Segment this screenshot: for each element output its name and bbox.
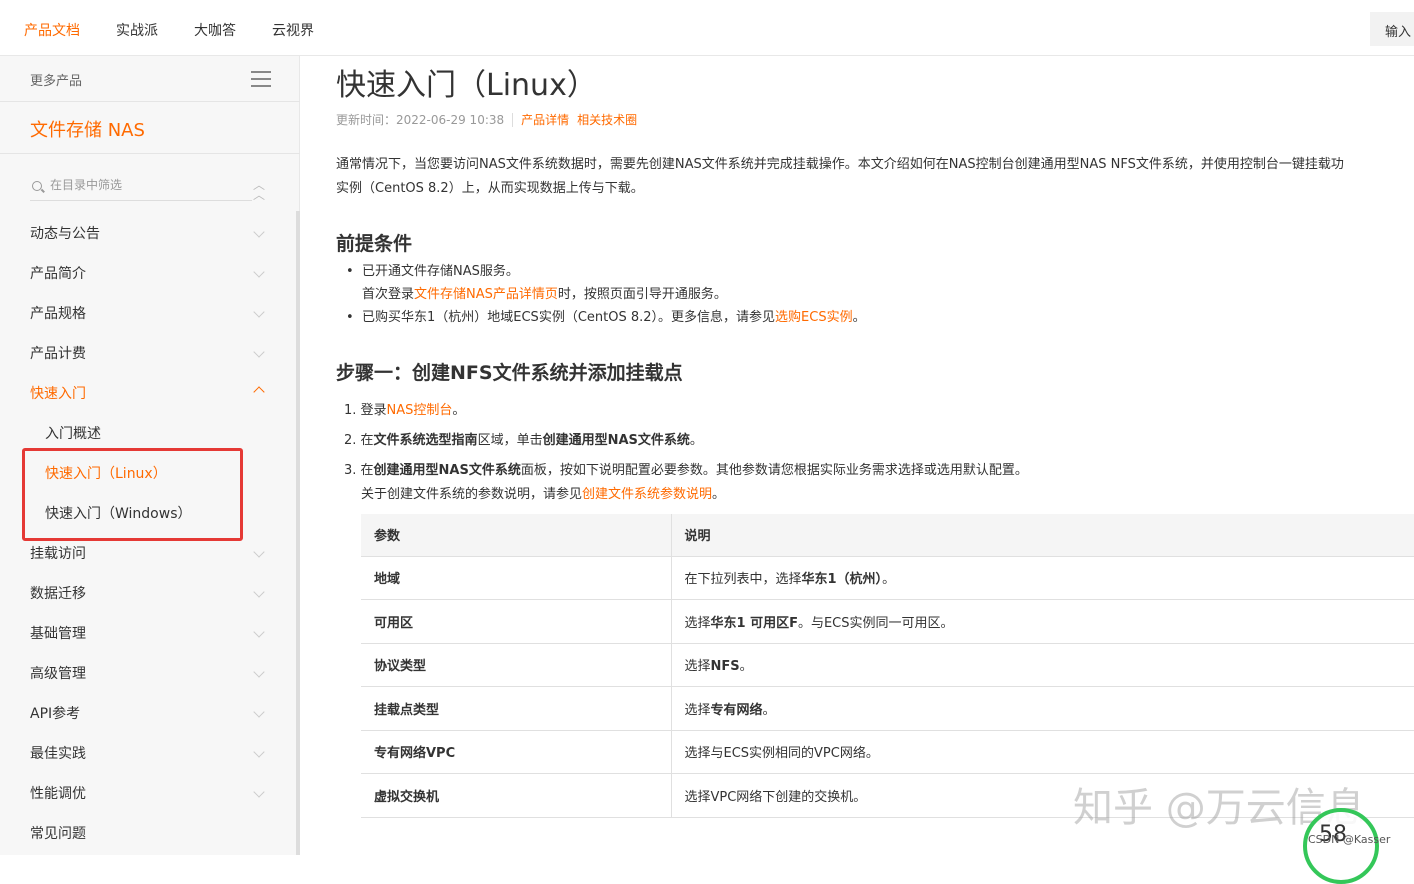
table-header-row: 参数 说明 bbox=[361, 514, 1414, 557]
table-header: 说明 bbox=[671, 514, 1414, 557]
sidebar-item-mount[interactable]: 挂载访问 bbox=[30, 543, 86, 563]
chevron-down-icon[interactable] bbox=[255, 310, 265, 320]
page-title: 快速入门（Linux） bbox=[336, 68, 597, 103]
sidebar-item-migration[interactable]: 数据迁移 bbox=[30, 583, 86, 603]
list-item: 已购买华东1（杭州）地域ECS实例（CentOS 8.2）。更多信息，请参见选购… bbox=[346, 306, 866, 329]
table-row: 地域 在下拉列表中，选择华东1（杭州）。 bbox=[361, 556, 1414, 600]
chevron-down-icon[interactable] bbox=[255, 230, 265, 240]
filter-input[interactable] bbox=[50, 178, 240, 192]
step-item: 2. 在文件系统选型指南区域，单击创建通用型NAS文件系统。 bbox=[344, 433, 703, 448]
table-cell: 选择华东1 可用区F。与ECS实例同一可用区。 bbox=[671, 599, 1414, 644]
table-cell: 选择专有网络。 bbox=[671, 686, 1414, 731]
table-cell: 选择与ECS实例相同的VPC网络。 bbox=[671, 730, 1414, 774]
score-badge: 58 bbox=[1303, 808, 1379, 884]
intro-paragraph: 通常情况下，当您要访问NAS文件系统数据时，需要先创建NAS文件系统并完成挂载操… bbox=[336, 153, 1414, 201]
main-content: 快速入门（Linux） 更新时间：2022-06-29 10:38 产品详情 相关技… bbox=[336, 56, 1414, 855]
table-row: 协议类型 选择NFS。 bbox=[361, 643, 1414, 687]
search-input-button[interactable]: 输入 bbox=[1370, 12, 1414, 46]
table-row: 专有网络VPC 选择与ECS实例相同的VPC网络。 bbox=[361, 730, 1414, 774]
prereq-list: 已开通文件存储NAS服务。 首次登录文件存储NAS产品详情页时，按照页面引导开通… bbox=[346, 260, 866, 329]
tab-cloud-vision[interactable]: 云视界 bbox=[272, 20, 314, 40]
chevron-down-icon[interactable] bbox=[255, 750, 265, 760]
nas-detail-link[interactable]: 文件存储NAS产品详情页 bbox=[414, 287, 558, 302]
csdn-watermark: CSDN @Kasser bbox=[1308, 833, 1391, 846]
sidebar-scrollbar[interactable] bbox=[296, 211, 300, 855]
table-cell: 在下拉列表中，选择华东1（杭州）。 bbox=[671, 556, 1414, 600]
hamburger-menu-icon[interactable] bbox=[251, 71, 271, 87]
param-doc-link[interactable]: 创建文件系统参数说明 bbox=[582, 487, 712, 502]
highlight-annotation-box bbox=[22, 448, 243, 541]
chevron-down-icon[interactable] bbox=[255, 790, 265, 800]
sidebar-subitem-overview[interactable]: 入门概述 bbox=[45, 423, 101, 443]
sidebar-item-basic-mgmt[interactable]: 基础管理 bbox=[30, 623, 86, 643]
chevron-down-icon[interactable] bbox=[255, 590, 265, 600]
table-cell: 可用区 bbox=[361, 599, 672, 644]
buy-ecs-link[interactable]: 选购ECS实例 bbox=[775, 310, 853, 325]
prereq-heading: 前提条件 bbox=[336, 233, 413, 255]
step1-heading: 步骤一：创建NFS文件系统并添加挂载点 bbox=[336, 362, 683, 384]
sidebar-item-quickstart[interactable]: 快速入门 bbox=[30, 383, 86, 403]
updated-time: 更新时间：2022-06-29 10:38 bbox=[336, 113, 505, 127]
chevron-down-icon[interactable] bbox=[255, 630, 265, 640]
sidebar-item-billing[interactable]: 产品计费 bbox=[30, 343, 86, 363]
collapse-all-icon[interactable]: ︿ ︿ bbox=[253, 179, 265, 201]
more-products-link[interactable]: 更多产品 bbox=[30, 70, 82, 89]
directory-filter bbox=[30, 175, 252, 201]
chevron-up-icon[interactable] bbox=[255, 386, 265, 396]
table-cell: 选择NFS。 bbox=[671, 643, 1414, 687]
sidebar-item-specs[interactable]: 产品规格 bbox=[30, 303, 86, 323]
product-detail-link[interactable]: 产品详情 bbox=[521, 113, 569, 127]
step-item: 1. 登录NAS控制台。 bbox=[344, 403, 466, 418]
tab-expert-qa[interactable]: 大咖答 bbox=[194, 20, 236, 40]
page-meta: 更新时间：2022-06-29 10:38 产品详情 相关技术圈 bbox=[336, 111, 645, 128]
sidebar-item-news[interactable]: 动态与公告 bbox=[30, 223, 100, 243]
chevron-down-icon[interactable] bbox=[255, 350, 265, 360]
sidebar-item-faq[interactable]: 常见问题 bbox=[30, 823, 86, 843]
product-title[interactable]: 文件存储 NAS bbox=[30, 116, 145, 142]
chevron-down-icon[interactable] bbox=[255, 710, 265, 720]
table-header: 参数 bbox=[361, 514, 672, 557]
chevron-down-icon[interactable] bbox=[255, 670, 265, 680]
sidebar-item-api[interactable]: API参考 bbox=[30, 703, 80, 723]
nas-console-link[interactable]: NAS控制台 bbox=[387, 403, 453, 418]
intro-line: 实例（CentOS 8.2）上，从而实现数据上传与下载。 bbox=[336, 181, 644, 196]
table-cell: 地域 bbox=[361, 556, 672, 600]
table-row: 挂载点类型 选择专有网络。 bbox=[361, 686, 1414, 731]
divider bbox=[0, 153, 300, 154]
chevron-down-icon[interactable] bbox=[255, 270, 265, 280]
sidebar-item-best-practice[interactable]: 最佳实践 bbox=[30, 743, 86, 763]
sidebar-item-intro[interactable]: 产品简介 bbox=[30, 263, 86, 283]
tab-practice[interactable]: 实战派 bbox=[116, 20, 158, 40]
step-item: 3. 在创建通用型NAS文件系统面板，按如下说明配置必要参数。其他参数请您根据实… bbox=[344, 463, 1028, 478]
intro-line: 通常情况下，当您要访问NAS文件系统数据时，需要先创建NAS文件系统并完成挂载操… bbox=[336, 157, 1344, 172]
sidebar-item-perf-tuning[interactable]: 性能调优 bbox=[30, 783, 86, 803]
chevron-down-icon[interactable] bbox=[255, 550, 265, 560]
params-table: 参数 说明 地域 在下拉列表中，选择华东1（杭州）。 可用区 选择华东1 可用区… bbox=[361, 514, 1414, 818]
table-cell: 专有网络VPC bbox=[361, 730, 672, 774]
table-row: 可用区 选择华东1 可用区F。与ECS实例同一可用区。 bbox=[361, 599, 1414, 644]
top-nav: 产品文档 实战派 大咖答 云视界 输入 bbox=[0, 0, 1414, 56]
sidebar-item-advanced-mgmt[interactable]: 高级管理 bbox=[30, 663, 86, 683]
table-cell: 挂载点类型 bbox=[361, 686, 672, 731]
tech-circle-link[interactable]: 相关技术圈 bbox=[577, 113, 637, 127]
tab-product-docs[interactable]: 产品文档 bbox=[24, 20, 80, 40]
search-icon bbox=[32, 181, 42, 191]
table-cell: 协议类型 bbox=[361, 643, 672, 687]
divider bbox=[0, 101, 300, 102]
list-item: 已开通文件存储NAS服务。 bbox=[346, 260, 866, 283]
step-item-sub: 关于创建文件系统的参数说明，请参见创建文件系统参数说明。 bbox=[361, 487, 726, 502]
list-item-sub: 首次登录文件存储NAS产品详情页时，按照页面引导开通服务。 bbox=[362, 287, 727, 302]
sidebar: 更多产品 文件存储 NAS ︿︿ 动态与公告 产品简介 产品规格 产品计费 快速… bbox=[0, 56, 300, 855]
table-cell: 虚拟交换机 bbox=[361, 773, 672, 818]
